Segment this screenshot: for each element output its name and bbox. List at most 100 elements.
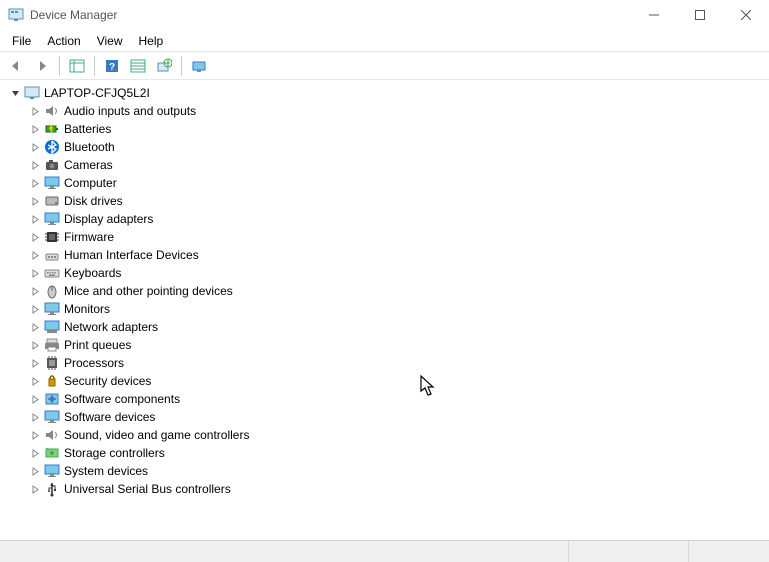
tree-category-node[interactable]: Security devices xyxy=(28,372,769,390)
tree-category-node[interactable]: Keyboards xyxy=(28,264,769,282)
tree-category-node[interactable]: Disk drives xyxy=(28,192,769,210)
monitor-icon xyxy=(44,211,60,227)
chevron-right-icon[interactable] xyxy=(28,230,42,244)
menu-bar: File Action View Help xyxy=(0,30,769,52)
menu-help[interactable]: Help xyxy=(131,31,172,51)
help-button[interactable]: ? xyxy=(100,54,124,78)
tree-category-node[interactable]: Print queues xyxy=(28,336,769,354)
monitor-icon xyxy=(44,301,60,317)
chevron-right-icon[interactable] xyxy=(28,482,42,496)
tree-category-node[interactable]: Network adapters xyxy=(28,318,769,336)
tree-category-node[interactable]: Display adapters xyxy=(28,210,769,228)
tree-node-label: Sound, video and game controllers xyxy=(64,428,249,442)
tree-node-label: Mice and other pointing devices xyxy=(64,284,233,298)
tree-category-node[interactable]: Computer xyxy=(28,174,769,192)
chevron-right-icon[interactable] xyxy=(28,446,42,460)
status-cell xyxy=(689,541,769,562)
tree-category-node[interactable]: Mice and other pointing devices xyxy=(28,282,769,300)
tree-node-label: Keyboards xyxy=(64,266,121,280)
hid-icon xyxy=(44,247,60,263)
tree-node-label: Firmware xyxy=(64,230,114,244)
minimize-button[interactable] xyxy=(631,0,677,30)
chevron-right-icon[interactable] xyxy=(28,122,42,136)
properties-button[interactable] xyxy=(126,54,150,78)
tree-node-label: Network adapters xyxy=(64,320,158,334)
chevron-right-icon[interactable] xyxy=(28,428,42,442)
security-icon xyxy=(44,373,60,389)
tree-category-node[interactable]: Universal Serial Bus controllers xyxy=(28,480,769,498)
tree-category-node[interactable]: Firmware xyxy=(28,228,769,246)
disk-icon xyxy=(44,193,60,209)
chevron-right-icon[interactable] xyxy=(28,464,42,478)
tree-node-label: Disk drives xyxy=(64,194,123,208)
printer-icon xyxy=(44,337,60,353)
computer-icon xyxy=(24,85,40,101)
tree-category-node[interactable]: Audio inputs and outputs xyxy=(28,102,769,120)
chevron-right-icon[interactable] xyxy=(28,176,42,190)
tree-category-node[interactable]: Cameras xyxy=(28,156,769,174)
mouse-icon xyxy=(44,283,60,299)
chevron-right-icon[interactable] xyxy=(28,338,42,352)
chevron-right-icon[interactable] xyxy=(28,302,42,316)
tree-category-node[interactable]: Software devices xyxy=(28,408,769,426)
bluetooth-icon xyxy=(44,139,60,155)
chevron-right-icon[interactable] xyxy=(28,158,42,172)
tree-root-node[interactable]: LAPTOP-CFJQ5L2I xyxy=(8,84,769,102)
monitor-icon xyxy=(44,463,60,479)
menu-action[interactable]: Action xyxy=(39,31,88,51)
chevron-down-icon[interactable] xyxy=(8,86,22,100)
tree-category-node[interactable]: Monitors xyxy=(28,300,769,318)
tree-category-node[interactable]: Human Interface Devices xyxy=(28,246,769,264)
cpu-icon xyxy=(44,355,60,371)
tree-node-label: Bluetooth xyxy=(64,140,115,154)
chevron-right-icon[interactable] xyxy=(28,410,42,424)
tree-node-label: Human Interface Devices xyxy=(64,248,199,262)
tree-node-label: Software devices xyxy=(64,410,155,424)
forward-button[interactable] xyxy=(30,54,54,78)
status-bar xyxy=(0,540,769,562)
toolbar-separator xyxy=(181,56,182,76)
chevron-right-icon[interactable] xyxy=(28,194,42,208)
tree-node-label: Audio inputs and outputs xyxy=(64,104,196,118)
chevron-right-icon[interactable] xyxy=(28,284,42,298)
maximize-button[interactable] xyxy=(677,0,723,30)
title-bar: Device Manager xyxy=(0,0,769,30)
menu-view[interactable]: View xyxy=(89,31,131,51)
tree-category-node[interactable]: Bluetooth xyxy=(28,138,769,156)
show-hide-tree-button[interactable] xyxy=(65,54,89,78)
tree-category-node[interactable]: System devices xyxy=(28,462,769,480)
toolbar-separator xyxy=(59,56,60,76)
menu-file[interactable]: File xyxy=(4,31,39,51)
chevron-right-icon[interactable] xyxy=(28,212,42,226)
toolbar: ? xyxy=(0,52,769,80)
network-icon xyxy=(44,319,60,335)
tree-category-node[interactable]: Storage controllers xyxy=(28,444,769,462)
chevron-right-icon[interactable] xyxy=(28,320,42,334)
tree-node-label: Software components xyxy=(64,392,180,406)
back-button[interactable] xyxy=(4,54,28,78)
status-cell xyxy=(569,541,689,562)
svg-text:?: ? xyxy=(109,62,115,73)
tree-node-label: Print queues xyxy=(64,338,131,352)
chevron-right-icon[interactable] xyxy=(28,266,42,280)
chevron-right-icon[interactable] xyxy=(28,356,42,370)
tree-category-node[interactable]: Software components xyxy=(28,390,769,408)
add-hardware-button[interactable] xyxy=(187,54,211,78)
speaker-icon xyxy=(44,103,60,119)
close-button[interactable] xyxy=(723,0,769,30)
chevron-right-icon[interactable] xyxy=(28,248,42,262)
tree-category-node[interactable]: Sound, video and game controllers xyxy=(28,426,769,444)
tree-node-label: Processors xyxy=(64,356,124,370)
device-tree[interactable]: LAPTOP-CFJQ5L2I Audio inputs and outputs… xyxy=(0,80,769,540)
software-icon xyxy=(44,391,60,407)
tree-node-label: Batteries xyxy=(64,122,111,136)
chevron-right-icon[interactable] xyxy=(28,392,42,406)
tree-node-label: Storage controllers xyxy=(64,446,165,460)
chevron-right-icon[interactable] xyxy=(28,374,42,388)
scan-hardware-button[interactable] xyxy=(152,54,176,78)
chevron-right-icon[interactable] xyxy=(28,140,42,154)
tree-category-node[interactable]: Batteries xyxy=(28,120,769,138)
status-cell xyxy=(0,541,569,562)
tree-category-node[interactable]: Processors xyxy=(28,354,769,372)
chevron-right-icon[interactable] xyxy=(28,104,42,118)
